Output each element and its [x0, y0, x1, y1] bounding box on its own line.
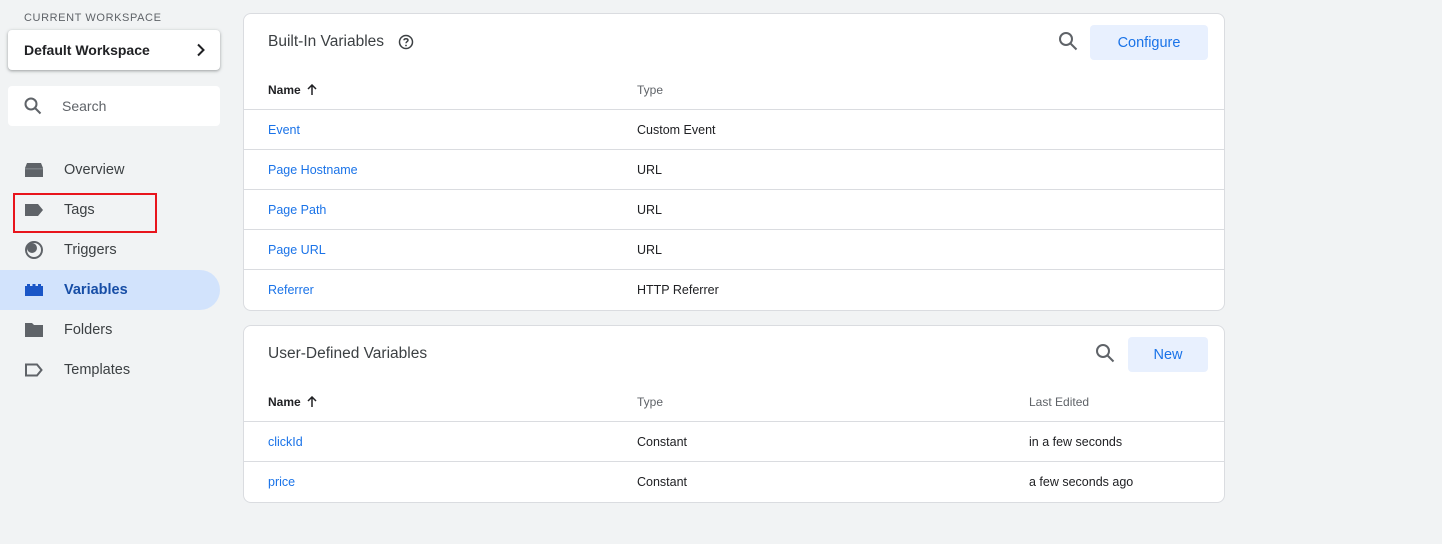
column-header-type[interactable]: Type: [637, 395, 663, 409]
variable-name-link[interactable]: Referrer: [268, 283, 314, 297]
card-title: User-Defined Variables: [268, 345, 428, 362]
sidebar-item-triggers[interactable]: Triggers: [0, 230, 220, 270]
sidebar-search[interactable]: [8, 86, 220, 126]
table-row: Referrer HTTP Referrer: [244, 270, 1224, 310]
last-edited: a few seconds ago: [1029, 475, 1134, 489]
new-variable-button[interactable]: New: [1128, 337, 1208, 372]
builtin-variables-card: Built-In Variables Configure Name Type E…: [243, 13, 1225, 311]
card-header: Built-In Variables Configure: [244, 14, 1224, 72]
builtin-rows: Event Custom Event Page Hostname URL Pag…: [244, 110, 1224, 310]
variable-name-link[interactable]: Event: [268, 123, 300, 137]
column-header-type[interactable]: Type: [637, 83, 663, 97]
card-title: Built-In Variables: [268, 33, 385, 50]
help-icon[interactable]: [398, 34, 414, 55]
table-row: price Constant a few seconds ago: [244, 462, 1224, 502]
sidebar-item-label: Templates: [64, 362, 131, 378]
sidebar-item-variables[interactable]: Variables: [0, 270, 220, 310]
variable-type: URL: [637, 163, 663, 177]
column-header-last-edited[interactable]: Last Edited: [1029, 395, 1089, 409]
column-header-name[interactable]: Name: [268, 395, 317, 409]
table-header: Name Type: [244, 72, 1224, 110]
sidebar-item-folders[interactable]: Folders: [0, 310, 220, 350]
variable-type: URL: [637, 243, 663, 257]
user-defined-variables-card: User-Defined Variables New Name Type Las…: [243, 325, 1225, 503]
workspace-selector[interactable]: Default Workspace: [8, 30, 220, 70]
sidebar-item-label: Tags: [64, 202, 95, 218]
variable-name-link[interactable]: price: [268, 475, 295, 489]
sidebar-item-overview[interactable]: Overview: [0, 150, 220, 190]
search-input[interactable]: [62, 98, 202, 114]
variable-name-link[interactable]: Page Path: [268, 203, 326, 217]
variable-type: Constant: [637, 475, 688, 489]
search-icon: [24, 97, 42, 115]
column-header-label: Name: [268, 83, 301, 97]
sidebar-item-templates[interactable]: Templates: [0, 350, 220, 390]
variable-name-link[interactable]: Page Hostname: [268, 163, 358, 177]
template-icon: [24, 360, 44, 380]
sidebar: CURRENT WORKSPACE Default Workspace Over…: [0, 0, 232, 544]
last-edited: in a few seconds: [1029, 435, 1123, 449]
variable-type: HTTP Referrer: [637, 283, 719, 297]
arrow-up-icon: [307, 84, 317, 96]
variable-type: Constant: [637, 435, 688, 449]
column-header-name[interactable]: Name: [268, 83, 317, 97]
chevron-right-icon: [196, 43, 206, 57]
search-icon[interactable]: [1095, 343, 1115, 368]
arrow-up-icon: [307, 396, 317, 408]
overview-icon: [24, 160, 44, 180]
variable-name-link[interactable]: Page URL: [268, 243, 326, 257]
variables-icon: [24, 280, 44, 300]
search-icon[interactable]: [1058, 31, 1078, 56]
trigger-icon: [24, 240, 44, 260]
sidebar-item-label: Variables: [64, 282, 128, 298]
card-header: User-Defined Variables New: [244, 326, 1224, 384]
sidebar-item-tags[interactable]: Tags: [0, 190, 220, 230]
tag-icon: [24, 200, 44, 220]
table-row: Page URL URL: [244, 230, 1224, 270]
table-row: Page Path URL: [244, 190, 1224, 230]
folder-icon: [24, 320, 44, 340]
sidebar-item-label: Triggers: [64, 242, 117, 258]
table-row: Event Custom Event: [244, 110, 1224, 150]
table-header: Name Type Last Edited: [244, 384, 1224, 422]
user-defined-rows: clickId Constant in a few seconds price …: [244, 422, 1224, 502]
sidebar-item-label: Overview: [64, 162, 125, 178]
table-row: clickId Constant in a few seconds: [244, 422, 1224, 462]
workspace-name: Default Workspace: [24, 42, 150, 58]
variable-type: URL: [637, 203, 663, 217]
sidebar-item-label: Folders: [64, 322, 113, 338]
column-header-label: Name: [268, 395, 301, 409]
variable-name-link[interactable]: clickId: [268, 435, 303, 449]
configure-button[interactable]: Configure: [1090, 25, 1208, 60]
table-row: Page Hostname URL: [244, 150, 1224, 190]
variable-type: Custom Event: [637, 123, 716, 137]
workspace-label: CURRENT WORKSPACE: [24, 12, 162, 24]
sidebar-nav: Overview Tags Triggers Variables Folders: [0, 150, 232, 390]
